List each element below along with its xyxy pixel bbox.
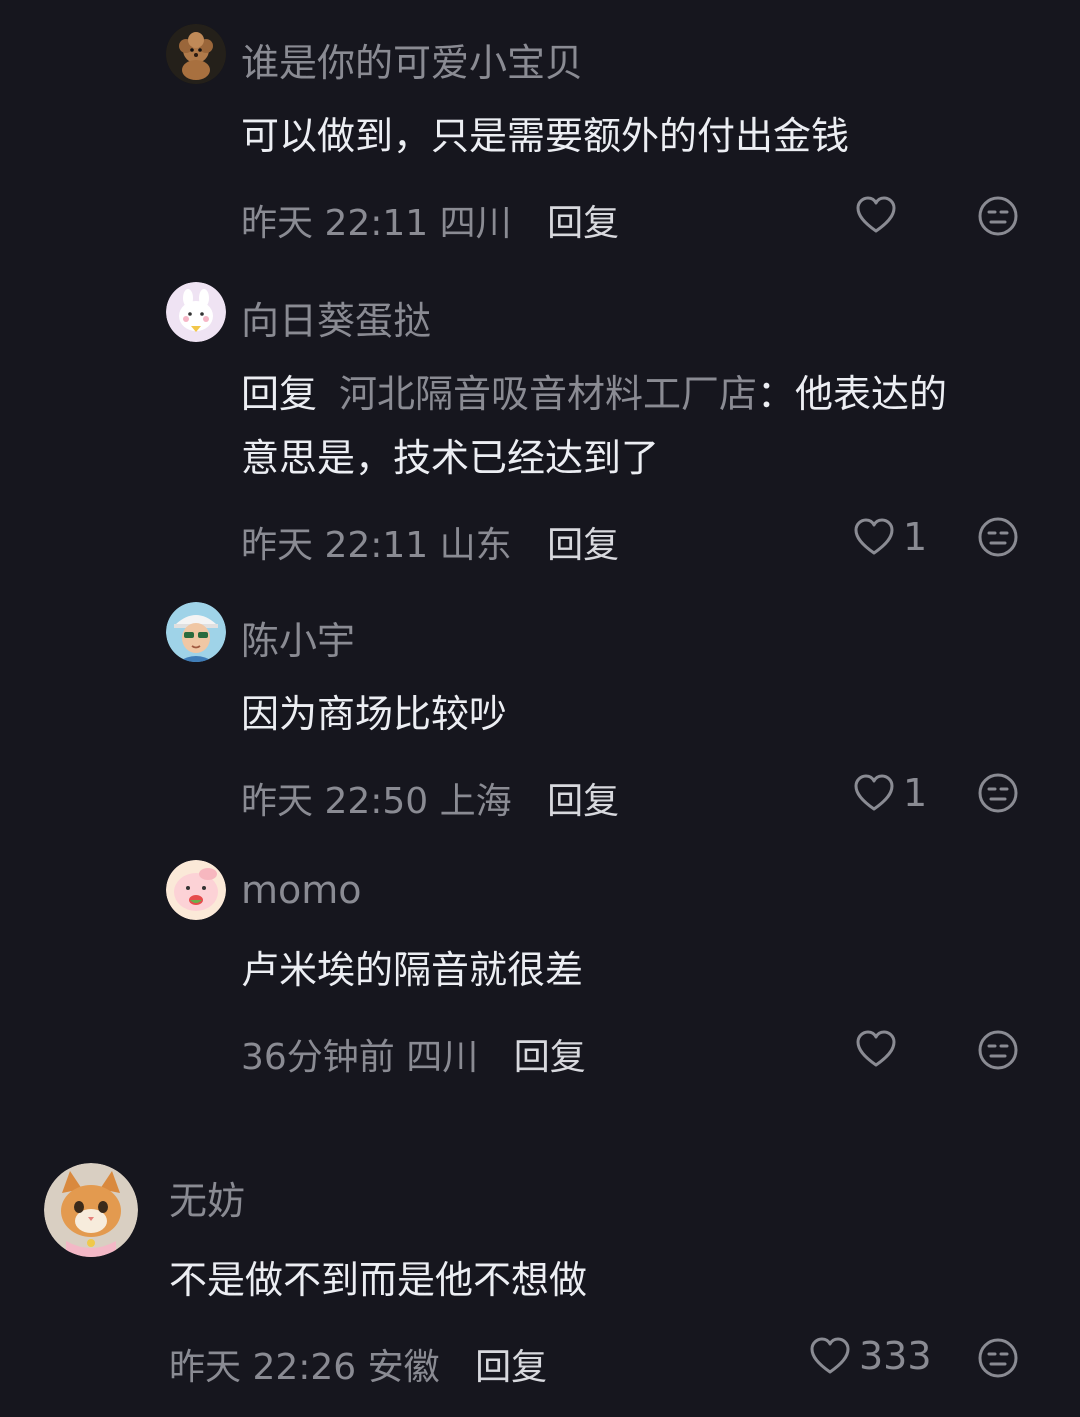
- commenter-name[interactable]: momo: [241, 868, 362, 912]
- like-button[interactable]: 333: [809, 1334, 932, 1378]
- cartoon-bunny-avatar[interactable]: [166, 282, 226, 342]
- comment-location: 上海: [439, 781, 512, 822]
- comment-meta: 昨天 22:26 安徽 回复: [169, 1338, 547, 1390]
- meh-face-icon: [977, 772, 1019, 814]
- heart-icon: [855, 1029, 897, 1069]
- comment-text: 卢米埃的隔音就很差: [241, 948, 584, 992]
- comment-meta: 36分钟前 四川 回复: [241, 1028, 586, 1080]
- commenter-name[interactable]: 陈小宇: [241, 610, 355, 665]
- like-count: 333: [859, 1334, 932, 1378]
- comment-location: 四川: [406, 1037, 479, 1078]
- poodle-avatar[interactable]: [166, 24, 226, 84]
- like-button[interactable]: 1: [853, 771, 927, 815]
- meh-face-icon: [977, 516, 1019, 558]
- reply-button[interactable]: 回复: [547, 781, 619, 822]
- dislike-button[interactable]: [977, 516, 1019, 558]
- like-count: 1: [903, 515, 928, 559]
- like-button[interactable]: 1: [853, 515, 927, 559]
- comment-location: 四川: [439, 203, 512, 244]
- meh-face-icon: [977, 1029, 1019, 1071]
- comment-location: 安徽: [367, 1347, 440, 1388]
- heart-icon: [855, 195, 897, 235]
- reply-button[interactable]: 回复: [475, 1347, 547, 1388]
- heart-icon: [809, 1336, 851, 1376]
- dislike-button[interactable]: [977, 1029, 1019, 1071]
- comment-time: 昨天 22:11: [241, 525, 429, 566]
- comment-text-rest: ：他表达的: [757, 372, 948, 416]
- dislike-button[interactable]: [977, 195, 1019, 237]
- heart-icon: [853, 773, 895, 813]
- comment-time: 昨天 22:26: [169, 1347, 357, 1388]
- reply-button[interactable]: 回复: [547, 525, 619, 566]
- reply-button[interactable]: 回复: [547, 203, 619, 244]
- comment-location: 山东: [439, 525, 512, 566]
- like-count: 1: [903, 771, 928, 815]
- pink-piglet-avatar[interactable]: [166, 860, 226, 920]
- meh-face-icon: [977, 1337, 1019, 1379]
- comment-text-line-1: 回复 河北隔音吸音材料工厂店：他表达的: [241, 362, 1041, 426]
- dislike-button[interactable]: [977, 772, 1019, 814]
- comment-text: 不是做不到而是他不想做: [169, 1258, 588, 1302]
- orange-cat-avatar[interactable]: [44, 1163, 138, 1257]
- like-button[interactable]: [855, 195, 905, 235]
- comment-time: 昨天 22:50: [241, 781, 429, 822]
- comment-time: 昨天 22:11: [241, 203, 429, 244]
- comment-text: 可以做到，只是需要额外的付出金钱: [241, 114, 850, 158]
- comment-text: 因为商场比较吵: [241, 692, 508, 736]
- boy-cap-avatar[interactable]: [166, 602, 226, 662]
- dislike-button[interactable]: [977, 1337, 1019, 1379]
- comment-text-line-2: 意思是，技术已经达到了: [241, 436, 660, 480]
- like-button[interactable]: [855, 1029, 905, 1069]
- mentioned-user[interactable]: 河北隔音吸音材料工厂店: [339, 372, 757, 416]
- comment-meta: 昨天 22:11 四川 回复: [241, 194, 619, 246]
- comment-time: 36分钟前: [241, 1037, 395, 1078]
- reply-prefix: 回复: [241, 372, 318, 416]
- reply-button[interactable]: 回复: [514, 1037, 586, 1078]
- comment-meta: 昨天 22:11 山东 回复: [241, 516, 619, 568]
- commenter-name[interactable]: 谁是你的可爱小宝贝: [241, 32, 583, 87]
- comment-text: 回复 河北隔音吸音材料工厂店：他表达的 意思是，技术已经达到了: [241, 362, 1041, 490]
- meh-face-icon: [977, 195, 1019, 237]
- heart-icon: [853, 517, 895, 557]
- comment-meta: 昨天 22:50 上海 回复: [241, 772, 619, 824]
- commenter-name[interactable]: 无妨: [169, 1170, 245, 1225]
- commenter-name[interactable]: 向日葵蛋挞: [241, 290, 431, 345]
